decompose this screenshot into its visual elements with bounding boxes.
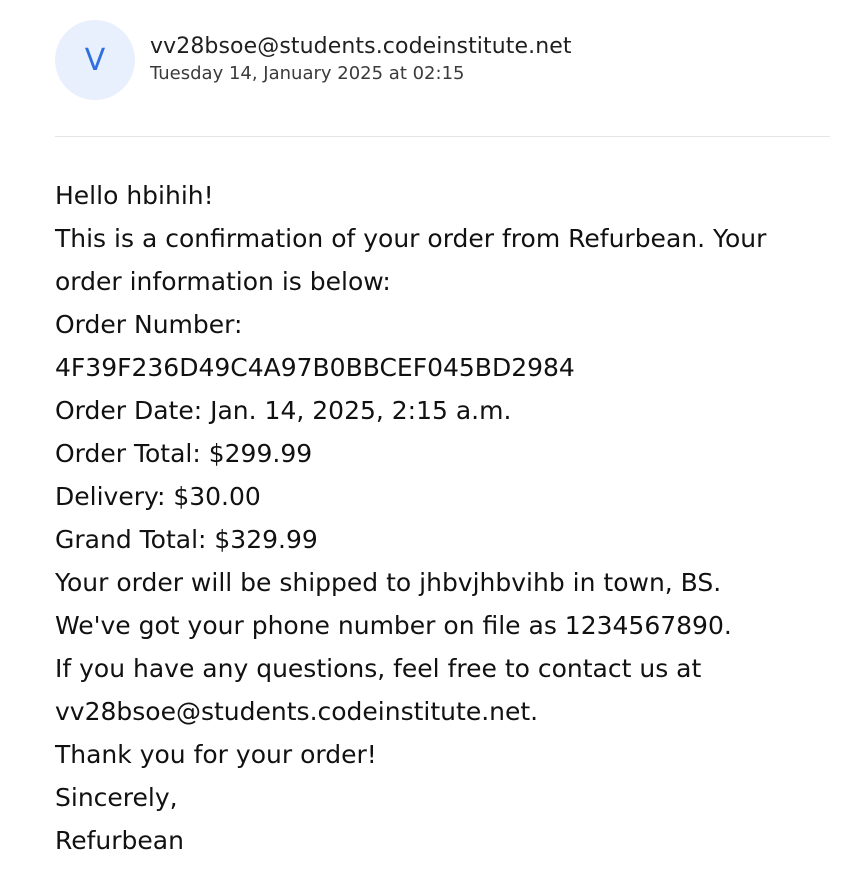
order-number-value: 4F39F236D49C4A97B0BBCEF045BD2984 bbox=[55, 353, 575, 382]
message-body: Hello hbihih! This is a confirmation of … bbox=[55, 174, 825, 862]
sender-meta: vv28bsoe@students.codeinstitute.net Tues… bbox=[150, 32, 572, 86]
order-total-line: Order Total: $299.99 bbox=[55, 439, 313, 468]
phone-line: We've got your phone number on file as 1… bbox=[55, 611, 732, 640]
order-number-label: Order Number: bbox=[55, 310, 243, 339]
sender-email[interactable]: vv28bsoe@students.codeinstitute.net bbox=[150, 32, 572, 62]
email-header: V vv28bsoe@students.codeinstitute.net Tu… bbox=[55, 20, 572, 100]
greeting-line: Hello hbihih! bbox=[55, 181, 214, 210]
confirmation-line-2: order information is below: bbox=[55, 267, 391, 296]
contact-email-line: vv28bsoe@students.codeinstitute.net. bbox=[55, 697, 539, 726]
sign-off-line: Sincerely, bbox=[55, 783, 178, 812]
confirmation-line-1: This is a confirmation of your order fro… bbox=[55, 224, 767, 253]
header-divider bbox=[55, 136, 830, 137]
contact-line-1: If you have any questions, feel free to … bbox=[55, 654, 702, 683]
sender-avatar[interactable]: V bbox=[55, 20, 135, 100]
delivery-line: Delivery: $30.00 bbox=[55, 482, 261, 511]
grand-total-line: Grand Total: $329.99 bbox=[55, 525, 318, 554]
sent-date: Tuesday 14, January 2025 at 02:15 bbox=[150, 63, 465, 84]
email-view: V vv28bsoe@students.codeinstitute.net Tu… bbox=[0, 0, 858, 878]
order-date-line: Order Date: Jan. 14, 2025, 2:15 a.m. bbox=[55, 396, 512, 425]
thanks-line: Thank you for your order! bbox=[55, 740, 377, 769]
signature-line: Refurbean bbox=[55, 826, 184, 855]
shipping-line: Your order will be shipped to jhbvjhbvih… bbox=[55, 568, 722, 597]
